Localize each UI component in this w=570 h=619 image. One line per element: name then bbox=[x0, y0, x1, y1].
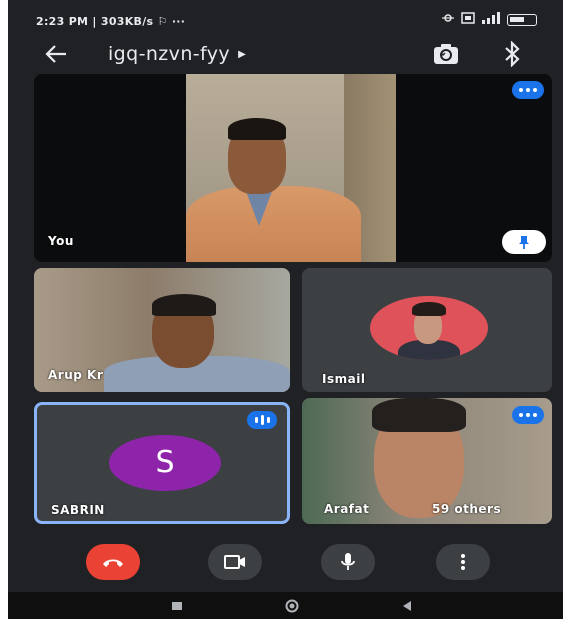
meeting-header: igq-nzvn-fyy ▶ bbox=[8, 38, 563, 72]
microphone-icon bbox=[341, 553, 355, 570]
back-icon bbox=[403, 601, 411, 611]
recents-button[interactable] bbox=[170, 598, 184, 617]
switch-camera-button[interactable] bbox=[432, 41, 460, 67]
audio-level-indicator bbox=[512, 81, 544, 99]
more-options-button[interactable] bbox=[436, 544, 490, 580]
camera-icon bbox=[224, 555, 245, 569]
others-count: 59 others bbox=[432, 502, 502, 516]
speaking-indicator bbox=[247, 411, 277, 429]
self-video-feed bbox=[186, 74, 396, 262]
bluetooth-vibrate-icon bbox=[441, 12, 455, 27]
back-arrow-icon bbox=[45, 45, 66, 63]
call-controls bbox=[8, 536, 563, 592]
home-icon bbox=[285, 599, 299, 613]
participant-tile-sabrin[interactable]: S SABRIN bbox=[34, 402, 290, 524]
participant-name: Arup Kr bbox=[48, 368, 104, 382]
bluetooth-icon bbox=[505, 40, 520, 68]
meeting-code-title[interactable]: igq-nzvn-fyy ▶ bbox=[108, 43, 246, 65]
participant-name: Ismail bbox=[322, 372, 366, 386]
battery-icon bbox=[507, 13, 537, 26]
avatar: S bbox=[109, 435, 221, 491]
switch-camera-icon bbox=[434, 44, 458, 64]
recents-icon bbox=[172, 602, 182, 610]
more-options-icon bbox=[461, 554, 465, 570]
sim-icon bbox=[461, 12, 475, 27]
microphone-toggle-button[interactable] bbox=[321, 544, 375, 580]
participant-name: Arafat bbox=[324, 502, 370, 516]
participant-tile-ismail[interactable]: Ismail bbox=[302, 268, 552, 392]
audio-output-button[interactable] bbox=[502, 40, 526, 68]
pin-button[interactable] bbox=[502, 230, 546, 254]
self-video-tile[interactable]: You bbox=[34, 74, 552, 262]
home-button[interactable] bbox=[284, 598, 300, 617]
audio-level-indicator bbox=[512, 406, 544, 424]
end-call-icon bbox=[103, 559, 123, 567]
status-time-speed: 2:23 PM | 303KB/s ⚐ ··· bbox=[36, 15, 186, 28]
participant-tile-arup[interactable]: Arup Kr bbox=[34, 268, 290, 392]
end-call-button[interactable] bbox=[86, 544, 140, 580]
participant-name: You bbox=[48, 234, 74, 248]
camera-toggle-button[interactable] bbox=[208, 544, 262, 580]
participant-tile-arafat[interactable]: Arafat 59 others bbox=[302, 398, 552, 524]
system-back-button[interactable] bbox=[400, 598, 414, 617]
system-navigation-bar bbox=[8, 592, 563, 619]
back-button[interactable] bbox=[38, 40, 74, 68]
avatar bbox=[370, 296, 488, 360]
participant-name: SABRIN bbox=[51, 503, 105, 517]
meeting-code: igq-nzvn-fyy bbox=[108, 43, 231, 65]
status-icons bbox=[441, 12, 537, 27]
signal-icon bbox=[481, 12, 501, 27]
status-bar: 2:23 PM | 303KB/s ⚐ ··· bbox=[8, 0, 563, 38]
pin-icon bbox=[519, 236, 529, 249]
caret-right-icon: ▶ bbox=[238, 49, 247, 60]
meet-screen: 2:23 PM | 303KB/s ⚐ ··· igq-nzvn-fyy ▶ Y… bbox=[8, 0, 563, 619]
